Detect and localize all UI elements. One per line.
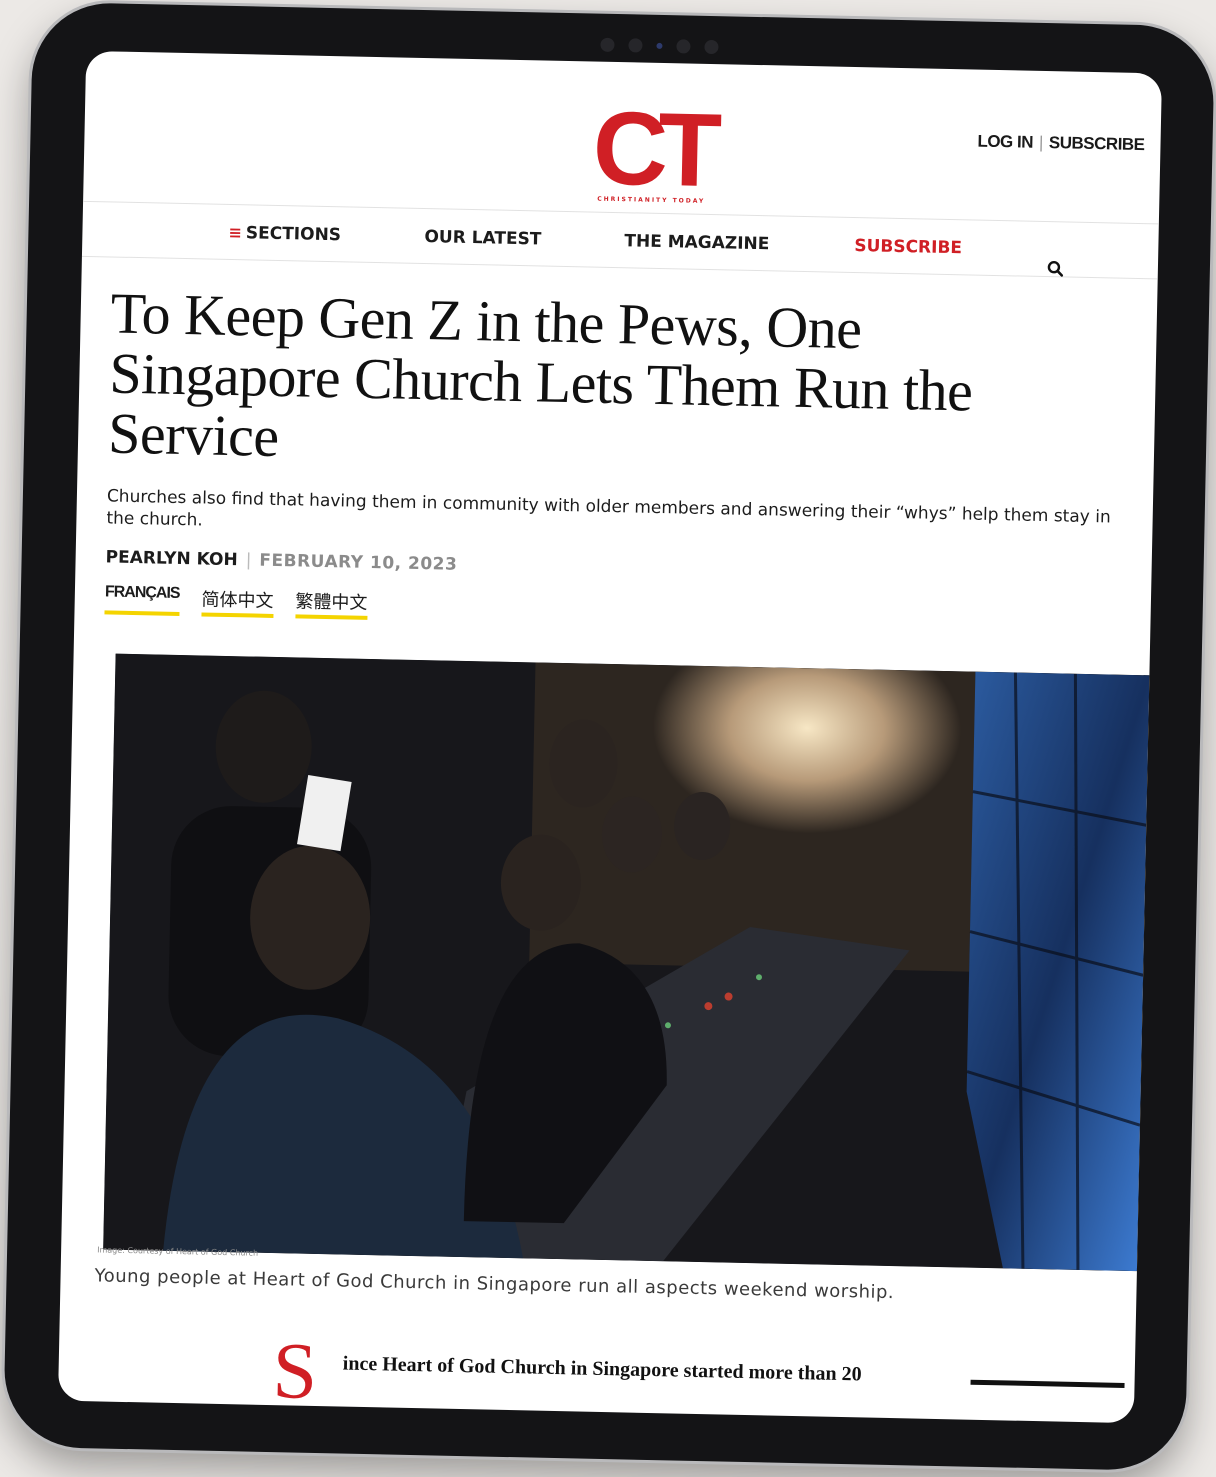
nav-sections-label: SECTIONS <box>245 223 342 246</box>
nav-subscribe[interactable]: SUBSCRIBE <box>854 236 962 258</box>
logo-mark: CT <box>591 90 713 210</box>
photo-caption: Young people at Heart of God Church in S… <box>94 1265 895 1304</box>
tablet-device: CT CHRISTIANITY TODAY LOG IN | SUBSCRIBE ≡… <box>2 1 1216 1472</box>
article-body-first-line: ince Heart of God Church in Singapore st… <box>342 1352 862 1386</box>
camera-lens <box>600 37 615 52</box>
translation-traditional-chinese[interactable]: 繁體中文 <box>295 587 368 620</box>
article-headline: To Keep Gen Z in the Pews, One Singapore… <box>107 280 974 470</box>
search-icon[interactable] <box>1046 259 1066 279</box>
byline: PEARLYN KOH | FEBRUARY 10, 2023 <box>105 547 457 574</box>
camera-sensor <box>704 39 719 55</box>
translation-french[interactable]: FRANÇAIS <box>104 583 180 616</box>
publish-date: FEBRUARY 10, 2023 <box>259 550 458 575</box>
translation-simplified-chinese[interactable]: 简体中文 <box>201 585 274 618</box>
sidebar-rule <box>970 1379 1125 1388</box>
nav-the-magazine[interactable]: THE MAGAZINE <box>624 231 769 254</box>
login-link[interactable]: LOG IN <box>977 132 1033 152</box>
camera-sensor <box>628 38 643 53</box>
main-nav: ≡ SECTIONS OUR LATEST THE MAGAZINE SUBSCR… <box>81 200 1159 280</box>
camera-sensor <box>676 39 691 54</box>
camera-indicator <box>656 42 663 49</box>
author-link[interactable]: PEARLYN KOH <box>105 547 237 570</box>
article-dek: Churches also find that having them in c… <box>106 486 1111 531</box>
drop-cap: S <box>271 1327 319 1417</box>
site-logo[interactable]: CT CHRISTIANITY TODAY <box>565 90 739 210</box>
translation-links: FRANÇAIS 简体中文 繁體中文 <box>104 583 368 620</box>
byline-divider: | <box>245 550 252 571</box>
article-photo <box>103 653 1150 1272</box>
camera-bar <box>564 35 754 57</box>
nav-our-latest[interactable]: OUR LATEST <box>424 227 541 249</box>
photo-illustration <box>103 653 1150 1272</box>
account-divider: | <box>1038 132 1044 152</box>
nav-sections[interactable]: ≡ SECTIONS <box>228 223 341 245</box>
account-links: LOG IN | SUBSCRIBE <box>977 132 1144 155</box>
menu-icon: ≡ <box>228 222 243 243</box>
header-subscribe-link[interactable]: SUBSCRIBE <box>1049 133 1145 154</box>
browser-screen: CT CHRISTIANITY TODAY LOG IN | SUBSCRIBE ≡… <box>57 50 1163 1424</box>
